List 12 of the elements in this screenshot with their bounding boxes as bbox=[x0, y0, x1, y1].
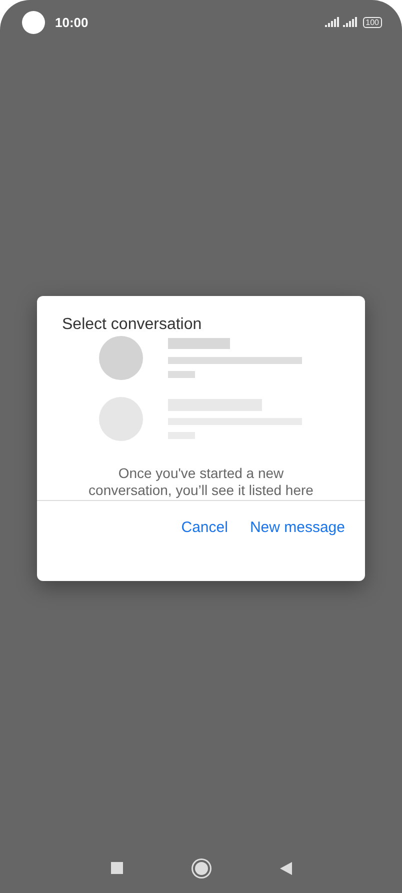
signal-icon bbox=[324, 17, 339, 27]
dialog-button[interactable]: New message bbox=[240, 513, 355, 542]
dialog-title: Select conversation bbox=[62, 316, 203, 334]
dialog-button[interactable]: Cancel bbox=[171, 513, 238, 542]
empty-state-message: Once you've started a new conversation, you’ll see it listed here bbox=[88, 465, 314, 499]
home-icon[interactable] bbox=[194, 862, 208, 874]
recent-apps-icon[interactable] bbox=[110, 862, 122, 874]
camera-dot-icon bbox=[22, 10, 45, 34]
signal-icon bbox=[342, 17, 357, 27]
back-icon[interactable] bbox=[280, 862, 292, 874]
status-time: 10:00 bbox=[55, 14, 88, 30]
battery-level: 100 bbox=[362, 16, 382, 28]
